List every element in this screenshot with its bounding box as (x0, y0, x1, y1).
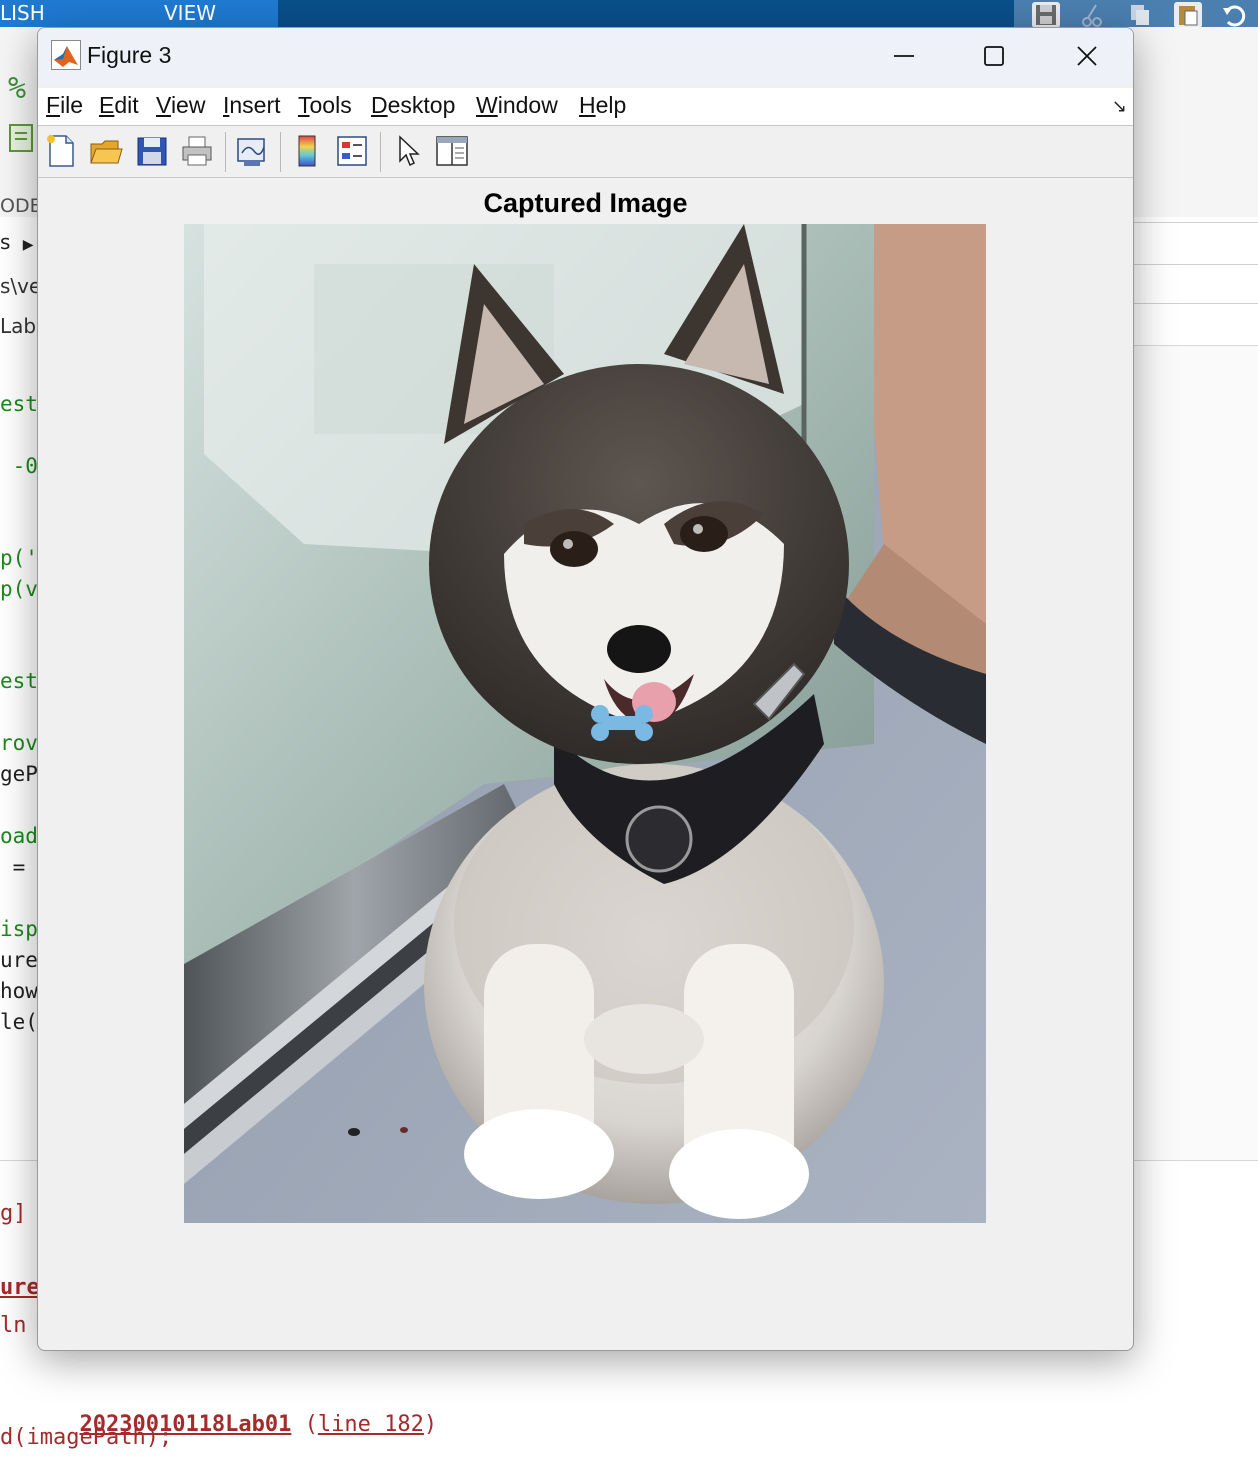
toolbar-separator (280, 132, 281, 172)
edit-plot-icon[interactable] (390, 133, 426, 169)
code-line: how (0, 979, 38, 1003)
section-icon[interactable] (8, 123, 34, 157)
cmd-line: g] (0, 1201, 27, 1226)
captured-image[interactable] (184, 224, 986, 1223)
code-line: rov (0, 731, 38, 755)
title-bar[interactable]: Figure 3 (38, 28, 1133, 84)
link-plot-icon[interactable] (234, 133, 270, 169)
close-button[interactable] (1041, 28, 1133, 84)
code-line: le( (0, 1010, 38, 1034)
code-line: est (0, 392, 38, 416)
menu-desktop[interactable]: Desktop (371, 92, 455, 119)
breadcrumb: s ▶ (0, 230, 34, 254)
workspace-panel (1133, 345, 1258, 1160)
menu-file[interactable]: File (46, 92, 83, 119)
window-title: Figure 3 (87, 42, 172, 68)
matlab-logo-icon (51, 40, 81, 70)
dock-arrow-icon[interactable]: ↘ (1112, 96, 1127, 117)
code-line: isp (0, 917, 38, 941)
toolbar-separator (225, 132, 226, 172)
quick-save-icon[interactable] (1032, 2, 1060, 28)
cmd-line: ln (0, 1313, 27, 1338)
figure-window: Figure 3 File Edit View Insert Tools Des… (37, 27, 1134, 1351)
code-line: p(v (0, 577, 38, 601)
menu-view[interactable]: View (156, 92, 205, 119)
ribbon-tab-publish[interactable]: LISH VIEW (0, 0, 278, 27)
code-line: est (0, 669, 38, 693)
property-inspector-icon[interactable] (434, 133, 470, 169)
print-icon[interactable] (179, 133, 215, 169)
menu-window[interactable]: Window (476, 92, 558, 119)
quick-undo-icon[interactable] (1220, 2, 1248, 28)
code-line: p(' (0, 546, 38, 570)
divider (1133, 222, 1258, 223)
new-figure-icon[interactable] (43, 133, 79, 169)
cmd-link[interactable]: ure (0, 1275, 40, 1300)
toolbar-separator (380, 132, 381, 172)
code-line: geP (0, 762, 38, 786)
save-icon[interactable] (134, 133, 170, 169)
code-line: oad (0, 824, 38, 848)
quick-copy-icon[interactable] (1126, 2, 1154, 28)
matlab-desktop: LISH VIEW % ODE s ▶ s\ve Lab(est -0 p('… (0, 0, 1258, 1473)
menu-insert[interactable]: Insert (223, 92, 281, 119)
quick-cut-icon[interactable] (1078, 2, 1106, 28)
menu-edit[interactable]: Edit (99, 92, 139, 119)
code-line: -0 (0, 454, 38, 478)
maximize-icon (984, 46, 1004, 66)
insert-colorbar-icon[interactable] (289, 133, 325, 169)
menu-tools[interactable]: Tools (298, 92, 352, 119)
cmd-link-text[interactable]: ure (0, 1275, 40, 1300)
code-line: = (0, 855, 38, 879)
menu-help[interactable]: Help (579, 92, 626, 119)
divider (1133, 303, 1258, 304)
husky-puppy-image (184, 224, 986, 1223)
insert-legend-icon[interactable] (334, 133, 370, 169)
error-line-link[interactable]: line 182 (318, 1412, 424, 1437)
quick-paste-icon[interactable] (1174, 2, 1202, 28)
ribbon-section-label: ODE (0, 195, 42, 217)
divider (1133, 264, 1258, 265)
figure-toolbar (38, 125, 1133, 178)
error-code-line: d(imagePath); (0, 1425, 173, 1450)
close-icon (1077, 46, 1097, 66)
breadcrumb-text: s (0, 230, 11, 254)
comment-percent-icon[interactable]: % (8, 71, 26, 106)
axes-title: Captured Image (483, 188, 688, 218)
path-text: s\ve (0, 274, 42, 298)
open-file-icon[interactable] (88, 133, 124, 169)
ribbon-tab-publish-label: LISH (0, 1, 45, 25)
chevron-right-icon[interactable]: ▶ (23, 237, 34, 253)
ribbon-tab-view-label[interactable]: VIEW (164, 0, 216, 27)
minimize-icon (894, 55, 914, 57)
code-line: ure (0, 948, 38, 972)
maximize-button[interactable] (948, 28, 1040, 84)
minimize-button[interactable] (858, 28, 950, 84)
menu-bar: File Edit View Insert Tools Desktop Wind… (38, 88, 1133, 126)
